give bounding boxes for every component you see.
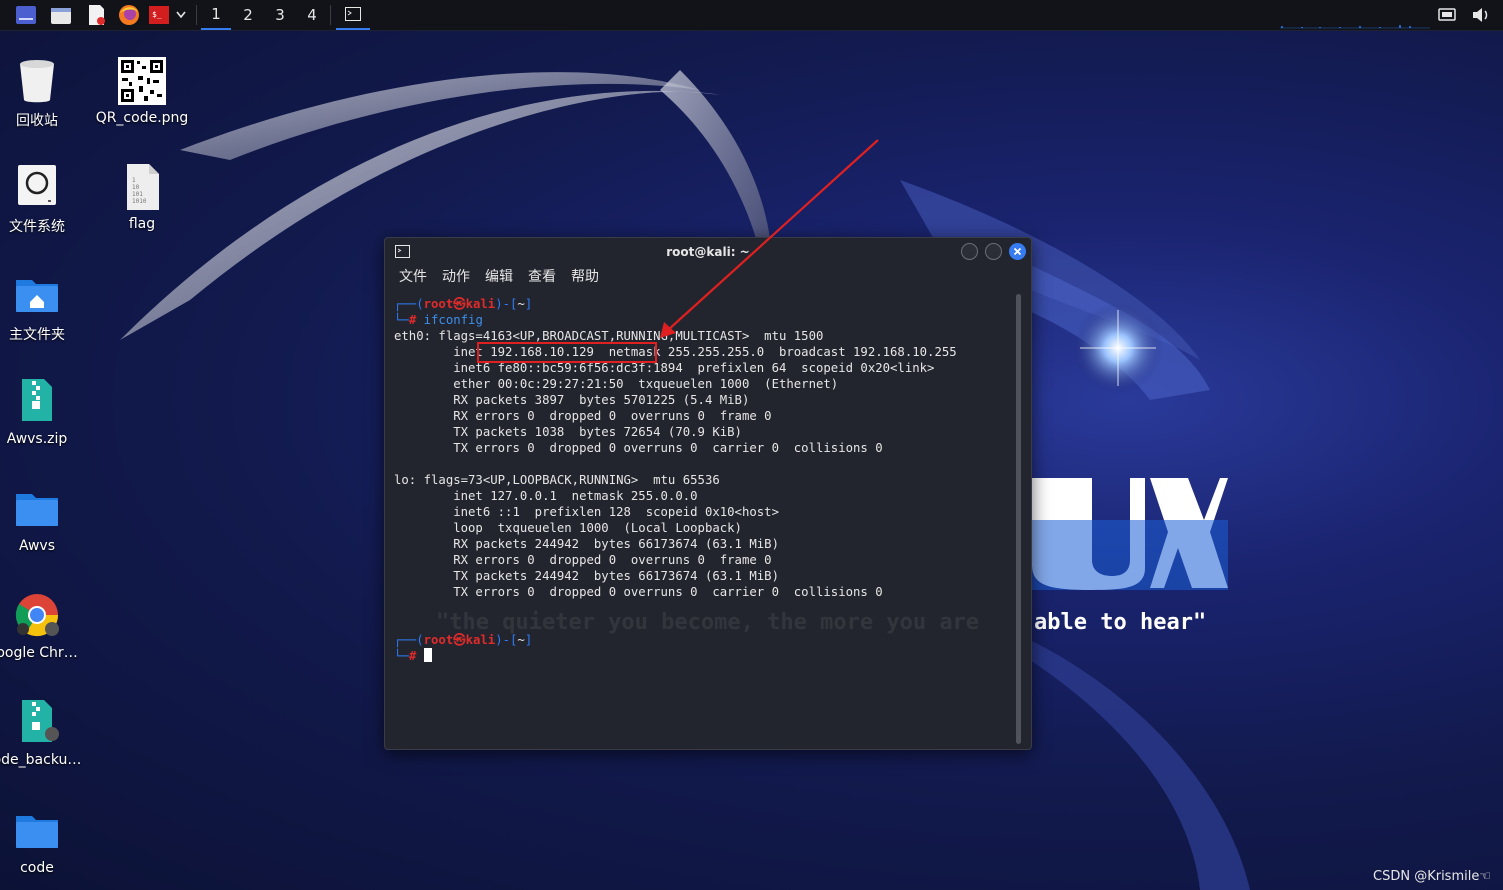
annotation-overlay [477,139,879,363]
watermark: CSDN @Krismile☜ [1373,869,1491,884]
ip-highlight-box [477,342,657,363]
annotation-arrow [667,139,879,331]
